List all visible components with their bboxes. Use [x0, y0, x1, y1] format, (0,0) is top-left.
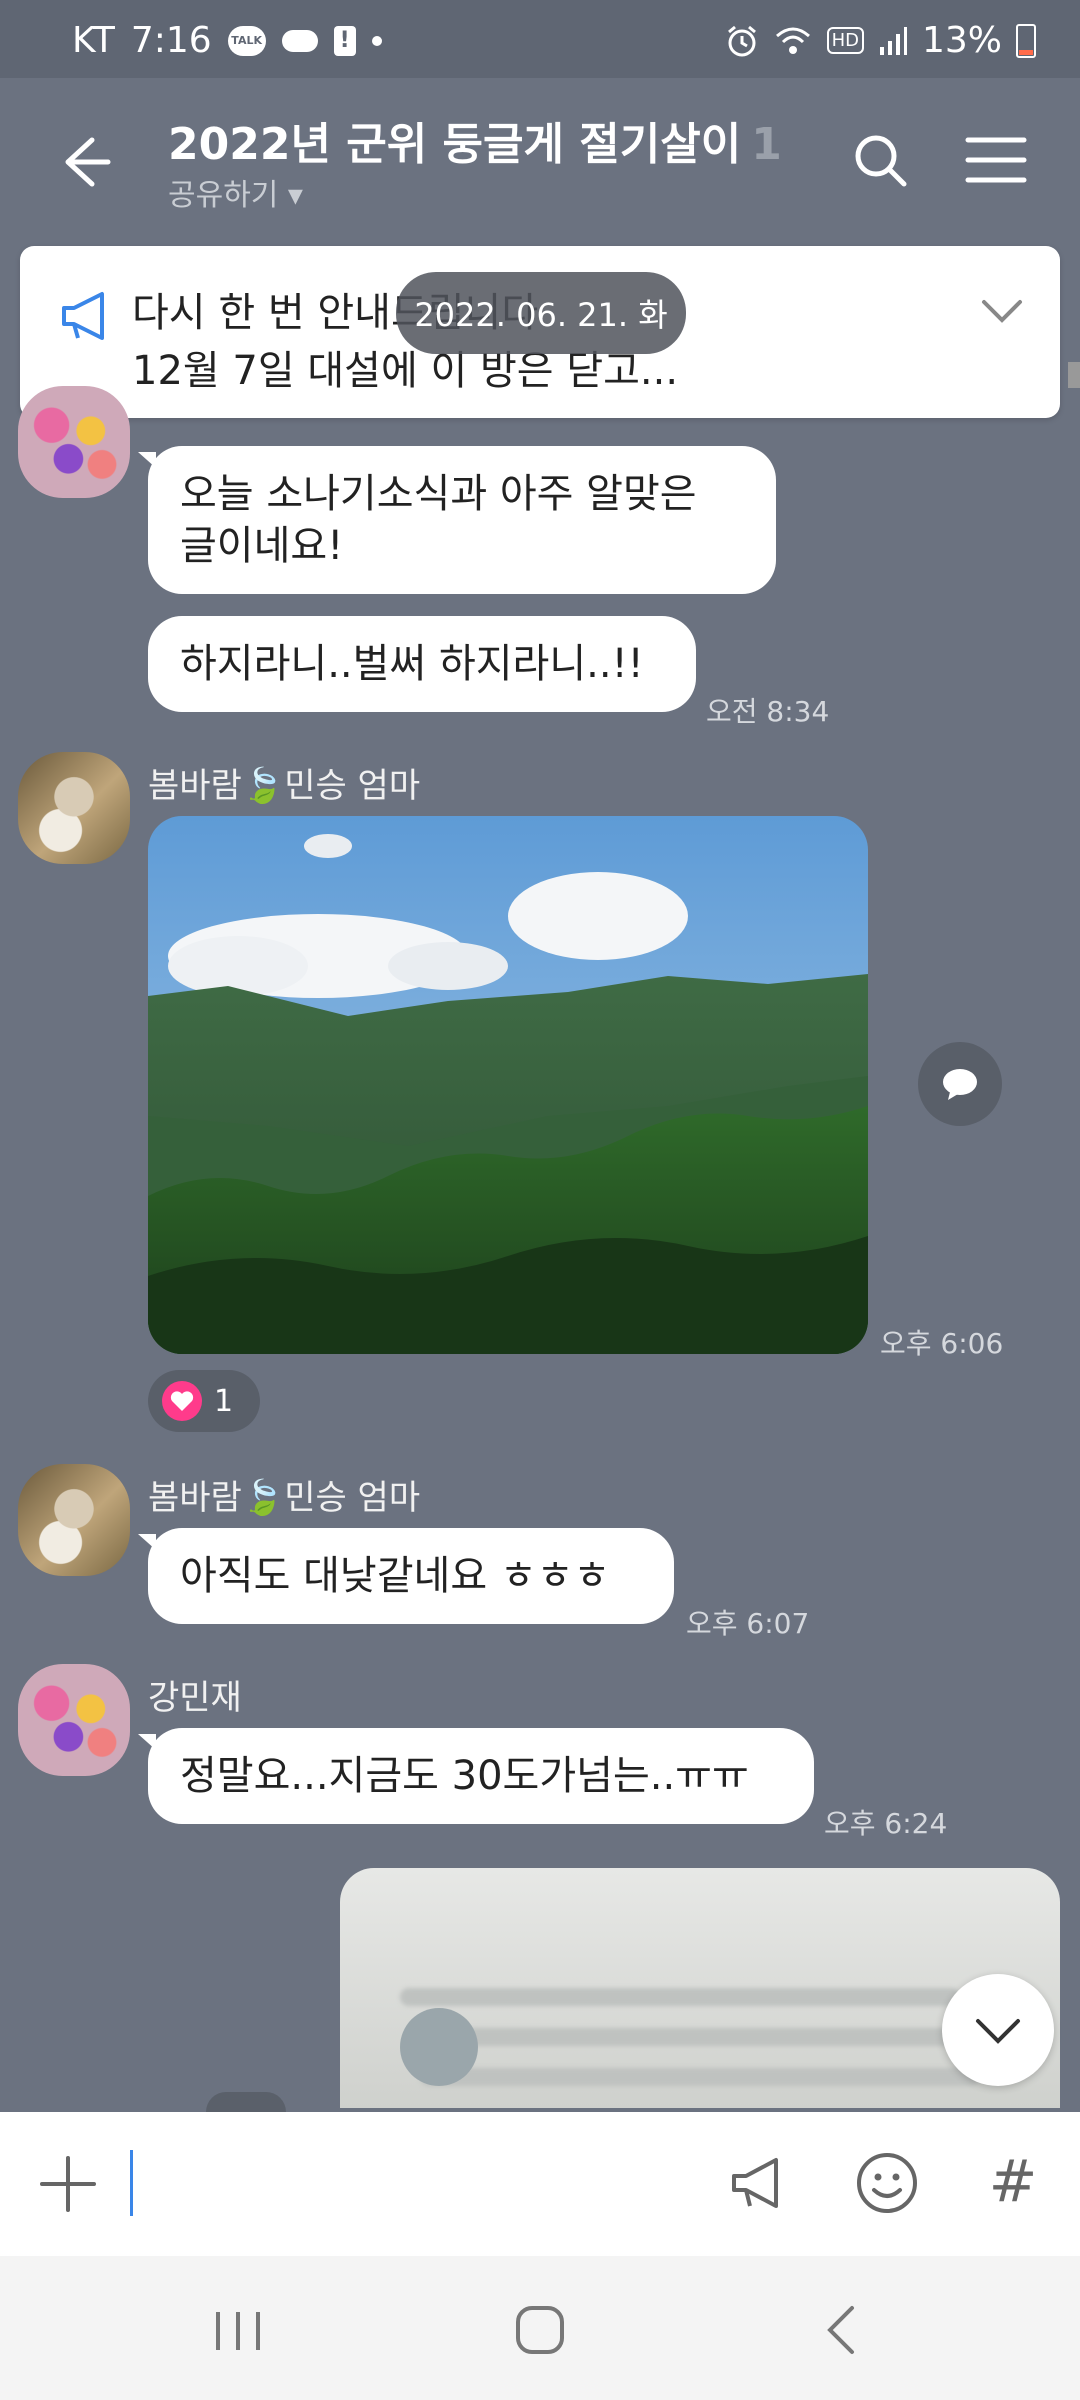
home-icon[interactable] — [514, 2304, 566, 2356]
message-time: 오후 6:06 — [880, 1327, 1004, 1360]
more-notifications-dot-icon — [371, 35, 382, 46]
avatar[interactable] — [18, 386, 130, 498]
battery-icon — [1016, 23, 1036, 58]
chat-title-text: 2022년 군위 둥글게 절기살이 — [168, 119, 742, 170]
chat-bubble[interactable]: 오늘 소나기소식과 아주 알맞은 글이네요! — [138, 446, 776, 594]
message-input[interactable] — [140, 2148, 704, 2220]
chat-bubble[interactable]: 아직도 대낮같네요 ㅎㅎㅎ — [138, 1528, 674, 1624]
photo-message[interactable] — [148, 816, 868, 1354]
reaction-count: 1 — [214, 1383, 234, 1419]
member-count: 1 — [751, 119, 782, 170]
leaf-emoji-icon: 🍃 — [241, 766, 285, 806]
alarm-icon — [727, 25, 756, 56]
avatar[interactable] — [18, 1464, 130, 1576]
reaction-badge[interactable]: 1 — [148, 1370, 260, 1432]
shout-megaphone-icon[interactable] — [726, 2150, 792, 2216]
partial-avatar — [206, 2092, 286, 2112]
battery-percent: 13% — [921, 20, 1002, 61]
signal-icon — [879, 26, 907, 55]
sender-name: 강민재 — [148, 1678, 242, 1718]
chevron-down-icon — [976, 2019, 1020, 2044]
blurred-text-line — [440, 2028, 960, 2046]
alert-icon: ! — [333, 25, 356, 56]
scrollbar-thumb[interactable] — [1068, 362, 1080, 388]
heart-icon — [162, 1381, 202, 1421]
scroll-to-bottom-button[interactable] — [942, 1974, 1054, 2086]
search-icon[interactable] — [850, 130, 910, 190]
sender-name-suffix: 민승 엄마 — [284, 766, 421, 806]
system-nav-bar — [0, 2256, 1080, 2400]
leaf-emoji-icon: 🍃 — [241, 1478, 285, 1518]
mountain-photo — [148, 816, 868, 1354]
sender-name-text: 봄바람 — [148, 1478, 242, 1518]
sender-name: 봄바람🍃민승 엄마 — [148, 758, 420, 807]
status-left: KT 7:16 TALK ! — [72, 20, 382, 61]
message-time: 오후 6:07 — [686, 1607, 810, 1640]
sent-photo-message[interactable] — [340, 1868, 1060, 2108]
sender-name-text: 봄바람 — [148, 766, 242, 806]
carrier-label: KT — [72, 20, 115, 61]
blurred-text-line — [400, 1988, 960, 2006]
expand-notice-chevron-icon[interactable] — [980, 296, 1024, 326]
status-bar: KT 7:16 TALK ! HD 13% — [0, 0, 1080, 78]
sender-name: 봄바람🍃민승 엄마 — [148, 1470, 420, 1519]
megaphone-icon — [62, 292, 104, 340]
hashtag-search-button[interactable]: # — [980, 2148, 1046, 2214]
status-right: HD 13% — [725, 20, 1036, 61]
avatar[interactable] — [18, 1664, 130, 1776]
footprints-icon — [400, 2008, 478, 2086]
hamburger-menu-icon[interactable] — [964, 130, 1028, 190]
hd-voice-icon: HD — [826, 27, 864, 54]
emoji-icon[interactable] — [854, 2150, 920, 2216]
back-arrow-icon[interactable] — [52, 130, 116, 194]
nav-back-icon[interactable] — [822, 2304, 862, 2356]
avatar[interactable] — [18, 752, 130, 864]
message-time: 오후 6:24 — [824, 1807, 948, 1840]
wifi-icon — [775, 27, 810, 54]
speech-bubble-icon — [943, 1069, 977, 1100]
comment-button[interactable] — [918, 1042, 1002, 1126]
recent-apps-icon[interactable] — [210, 2308, 266, 2354]
chat-bubble[interactable]: 정말요...지금도 30도가넘는..ㅠㅠ — [138, 1728, 814, 1824]
chat-header: 2022년 군위 둥글게 절기살이 1 공유하기 ▾ — [0, 78, 1080, 248]
date-indicator: 2022. 06. 21. 화 — [396, 272, 686, 354]
clock: 7:16 — [130, 20, 212, 61]
sender-name-suffix: 민승 엄마 — [284, 1478, 421, 1518]
message-time: 오전 8:34 — [706, 695, 830, 728]
cloud-icon — [281, 29, 318, 52]
plus-icon[interactable] — [38, 2154, 98, 2214]
share-dropdown[interactable]: 공유하기 ▾ — [168, 170, 303, 214]
message-input-bar: # — [0, 2112, 1080, 2256]
chat-title: 2022년 군위 둥글게 절기살이 1 — [168, 108, 782, 172]
text-cursor — [130, 2150, 133, 2216]
chat-bubble[interactable]: 하지라니..벌써 하지라니..!! — [148, 616, 696, 712]
blurred-text-line — [420, 2068, 980, 2086]
kakaotalk-notification-icon: TALK — [227, 25, 266, 56]
